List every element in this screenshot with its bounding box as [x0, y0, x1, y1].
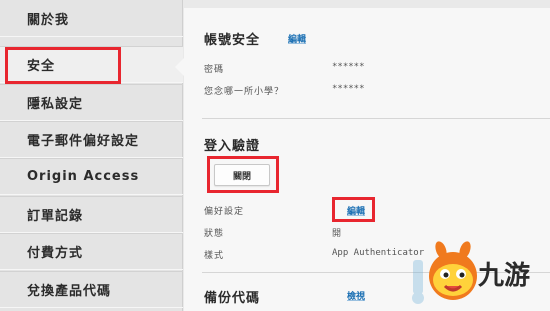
- sidebar-item-redeem-code[interactable]: 兌換產品代碼: [0, 271, 183, 308]
- sidebar-item-order-history[interactable]: 訂單記錄: [0, 196, 183, 233]
- highlight-box-security: [5, 47, 121, 84]
- backup-codes-view-link[interactable]: 檢視: [347, 289, 365, 302]
- password-label: 密碼: [204, 65, 225, 75]
- status-value: 開: [332, 229, 342, 239]
- sidebar-item-label: Origin Access: [27, 169, 140, 184]
- preferences-label: 偏好設定: [204, 207, 245, 217]
- security-question-label: 您念哪一所小學？: [204, 87, 285, 97]
- watermark-text: 九游: [478, 261, 531, 291]
- login-verification-title: 登入驗證: [204, 139, 261, 154]
- section-divider: [202, 118, 550, 119]
- sidebar-item-about-me[interactable]: 關於我: [0, 0, 183, 37]
- security-question-value: ******: [332, 84, 365, 94]
- active-pointer: [175, 58, 184, 76]
- backup-codes-title: 備份代碼: [204, 291, 261, 306]
- password-value: ******: [332, 62, 365, 72]
- sidebar-item-label: 隱私設定: [27, 97, 84, 112]
- account-security-edit-link[interactable]: 編輯: [288, 32, 306, 45]
- sidebar-item-label: 付費方式: [27, 246, 84, 261]
- sidebar-item-label: 兌換產品代碼: [27, 284, 112, 299]
- highlight-box-edit: [332, 197, 375, 222]
- highlight-box-toggle: [207, 156, 279, 193]
- status-label: 狀態: [204, 229, 225, 239]
- sidebar-item-email-preferences[interactable]: 電子郵件偏好設定: [0, 121, 183, 158]
- sidebar-item-privacy[interactable]: 隱私設定: [0, 84, 183, 121]
- sidebar-item-label: 訂單記錄: [27, 209, 84, 224]
- method-label: 樣式: [204, 251, 225, 261]
- sidebar-item-label: 電子郵件偏好設定: [27, 134, 140, 149]
- sidebar-item-origin-access[interactable]: Origin Access: [0, 158, 183, 195]
- sidebar-item-payment-methods[interactable]: 付費方式: [0, 233, 183, 270]
- account-security-title: 帳號安全: [204, 33, 261, 48]
- sidebar-item-label: 關於我: [27, 12, 70, 28]
